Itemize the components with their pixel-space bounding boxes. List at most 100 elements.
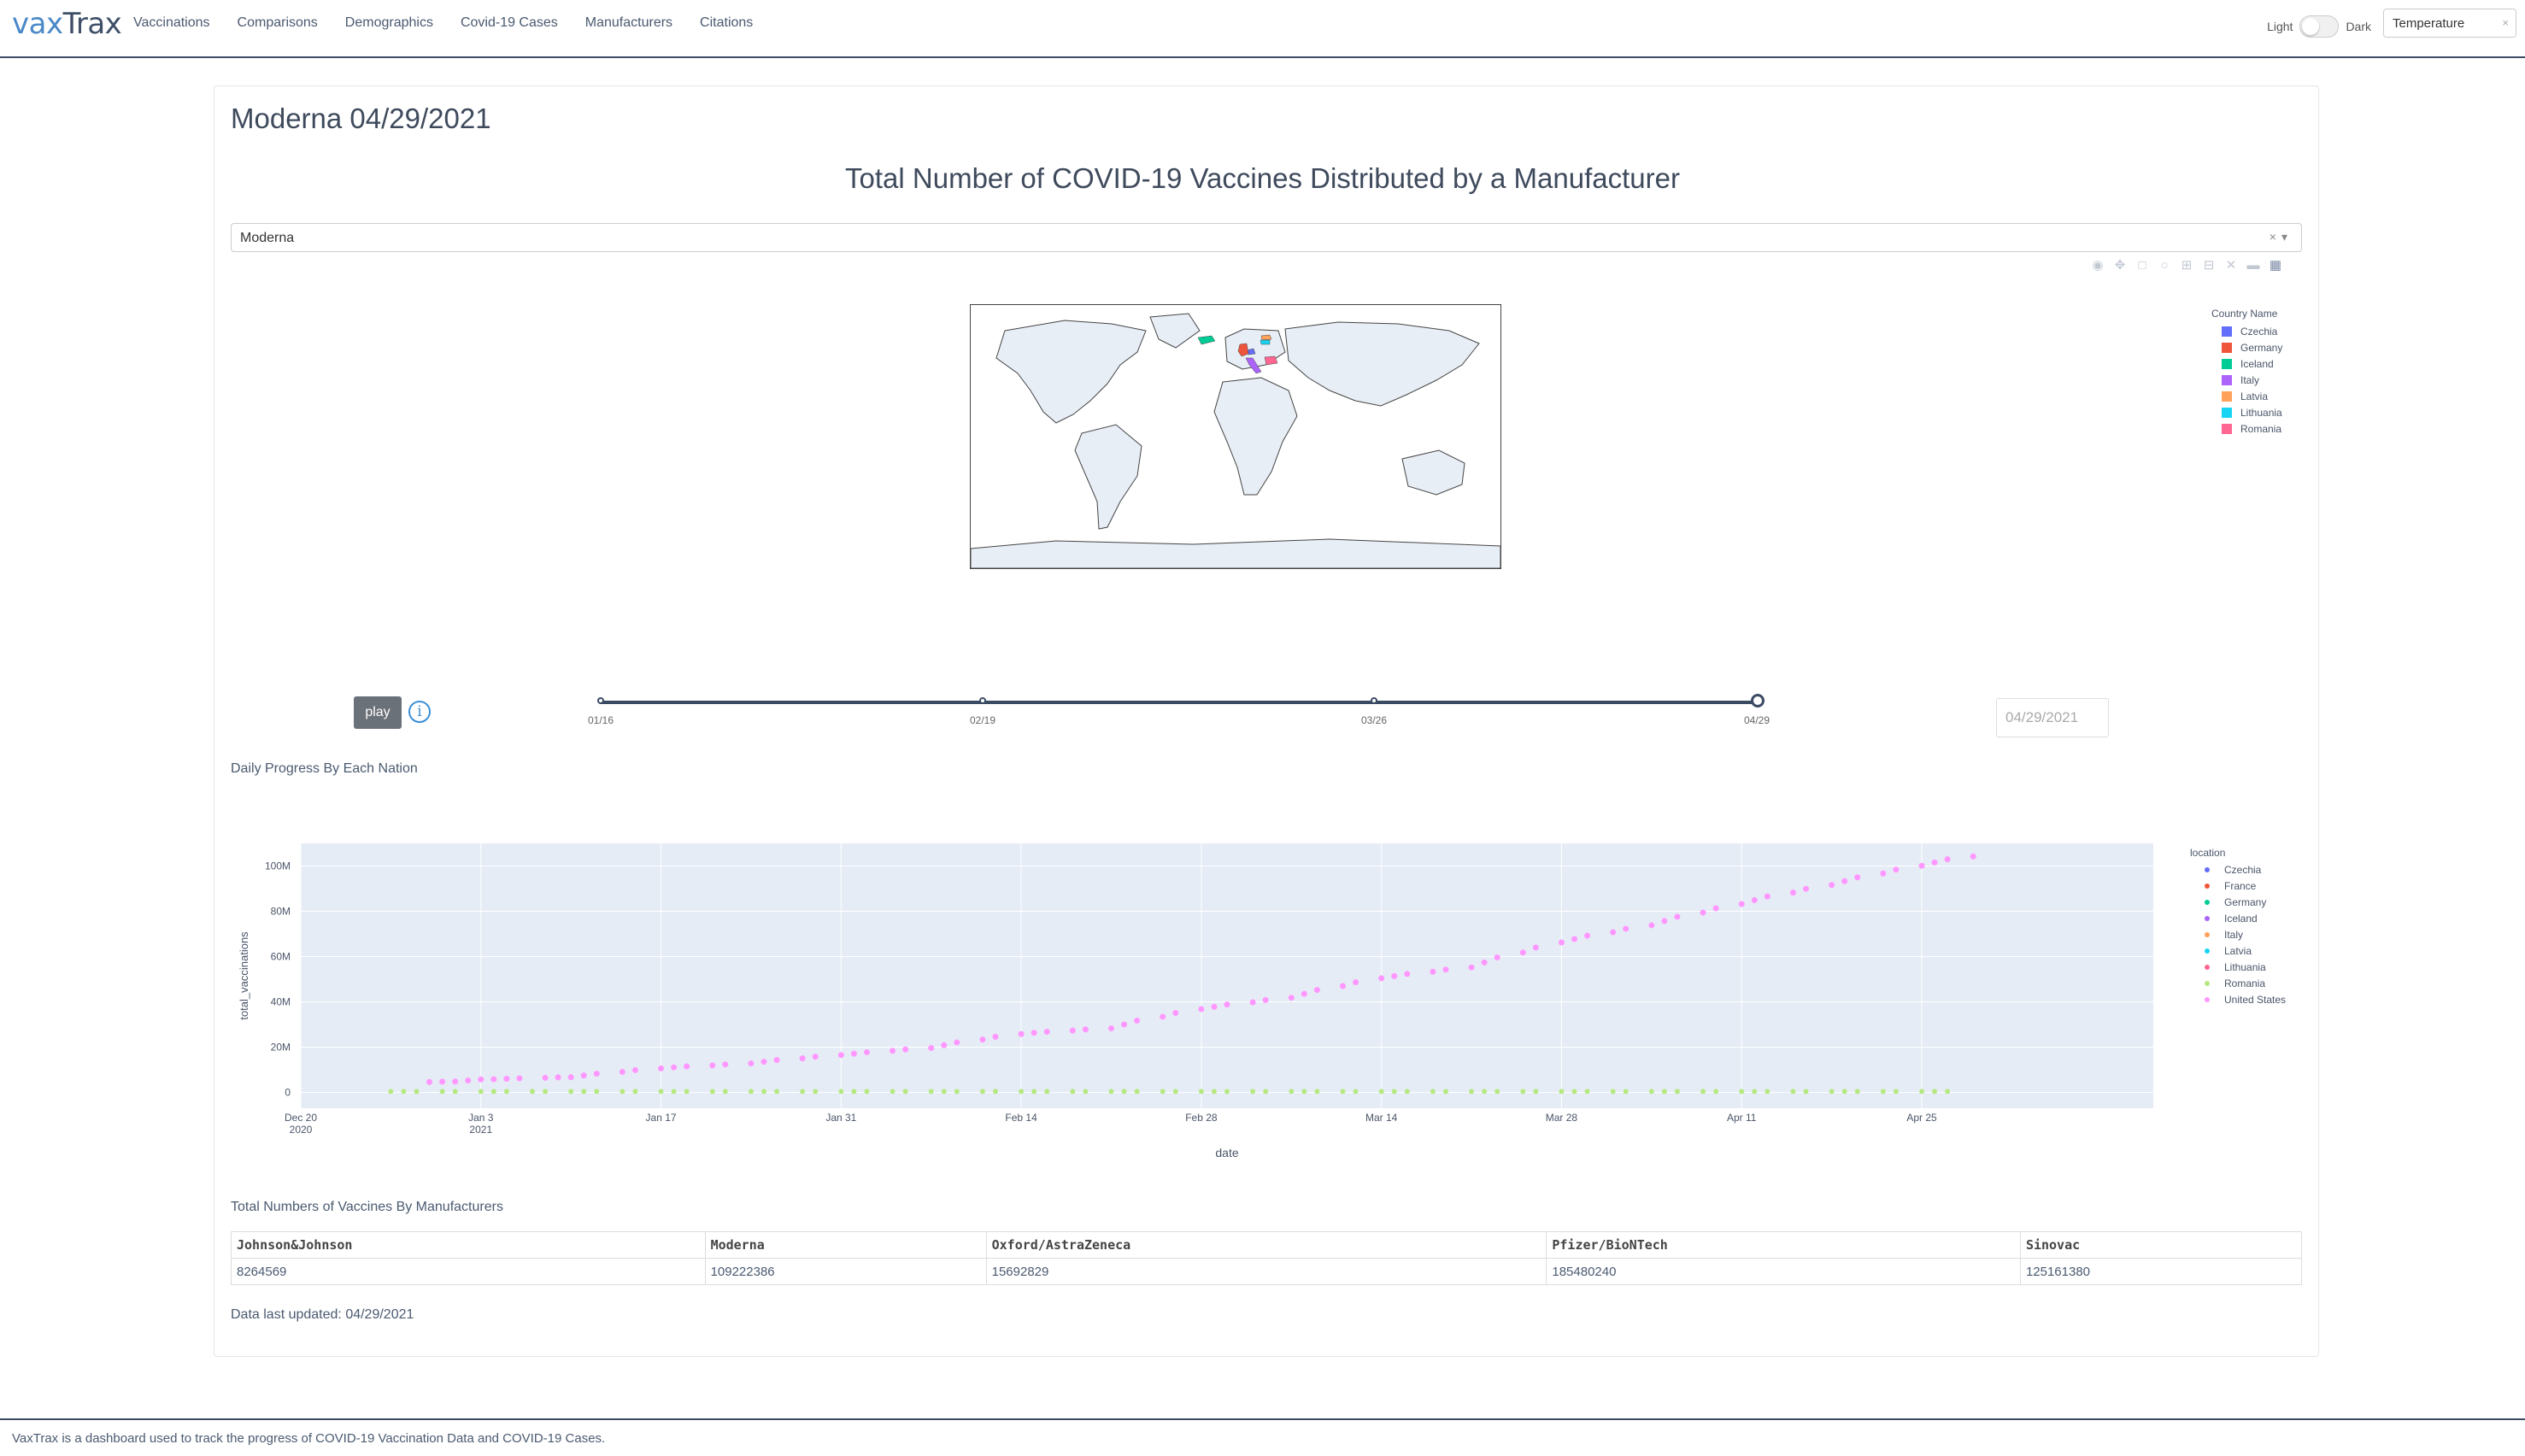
- manufacturer-dropdown[interactable]: Moderna ×▾: [231, 223, 2302, 252]
- date-slider[interactable]: [601, 701, 1759, 704]
- box-select-icon[interactable]: □: [2135, 258, 2150, 273]
- reset-icon[interactable]: ▬: [2246, 258, 2261, 273]
- data-point: [812, 1054, 819, 1060]
- slider-dot[interactable]: [979, 697, 986, 704]
- legend-label[interactable]: France: [2224, 880, 2257, 892]
- data-point: [490, 1089, 496, 1095]
- slider-dot[interactable]: [1371, 697, 1377, 704]
- legend-swatch: [2222, 407, 2232, 418]
- zoom-in-icon[interactable]: ⊞: [2179, 258, 2194, 273]
- camera-icon[interactable]: ◉: [2090, 258, 2105, 273]
- play-button[interactable]: play: [354, 696, 402, 729]
- map-legend-item[interactable]: Romania: [2222, 420, 2282, 437]
- slider-tick-label: 04/29: [1743, 714, 1770, 726]
- data-point: [1031, 1030, 1037, 1036]
- plot-area: [301, 843, 2153, 1108]
- data-point: [1378, 975, 1385, 982]
- x-tick-label: Apr 11: [1727, 1112, 1757, 1124]
- legend-label[interactable]: Romania: [2224, 978, 2265, 989]
- data-point: [1520, 1089, 1526, 1095]
- legend-label[interactable]: Latvia: [2224, 945, 2252, 957]
- data-point: [1031, 1089, 1037, 1095]
- clear-icon[interactable]: ×: [2502, 16, 2509, 29]
- data-point: [1224, 1089, 1230, 1095]
- data-point: [465, 1077, 472, 1083]
- nav-manufacturers[interactable]: Manufacturers: [585, 15, 672, 31]
- legend-label[interactable]: Lithuania: [2224, 961, 2266, 973]
- pan-icon[interactable]: ✥: [2112, 258, 2128, 273]
- data-point: [1712, 905, 1719, 912]
- lasso-icon[interactable]: ○: [2157, 258, 2172, 273]
- y-tick-label: 40M: [271, 995, 291, 1007]
- data-point: [684, 1089, 690, 1095]
- legend-swatch: [2222, 390, 2232, 402]
- data-point: [1790, 1089, 1796, 1095]
- dark-label: Dark: [2346, 20, 2371, 33]
- legend-label[interactable]: Czechia: [2224, 864, 2262, 876]
- x-tick-label: Jan 31: [825, 1112, 856, 1124]
- footer-text: VaxTrax is a dashboard used to track the…: [12, 1431, 606, 1446]
- data-point: [1198, 1089, 1204, 1095]
- map-legend-item[interactable]: Iceland: [2222, 355, 2282, 372]
- dropdown-controls[interactable]: ×▾: [2270, 230, 2293, 244]
- legend-marker: [2205, 900, 2210, 905]
- world-map[interactable]: [970, 304, 1501, 569]
- data-point: [452, 1078, 459, 1085]
- y-tick-label: 20M: [271, 1041, 291, 1053]
- theme-toggle[interactable]: [2299, 15, 2340, 38]
- map-legend-item[interactable]: Latvia: [2222, 388, 2282, 404]
- data-point: [1043, 1028, 1050, 1035]
- legend-label[interactable]: Germany: [2224, 896, 2266, 908]
- data-point: [799, 1055, 806, 1062]
- slider-dot[interactable]: [597, 697, 604, 704]
- date-input[interactable]: 04/29/2021: [1996, 698, 2109, 737]
- map-legend-item[interactable]: Czechia: [2222, 323, 2282, 339]
- legend-title: location: [2190, 847, 2225, 859]
- legend-label[interactable]: Iceland: [2224, 913, 2258, 925]
- data-point: [748, 1089, 754, 1095]
- data-point: [684, 1063, 690, 1070]
- plotly-logo-icon[interactable]: ▦: [2268, 258, 2283, 273]
- legend-label: Iceland: [2240, 357, 2274, 370]
- nav-demographics[interactable]: Demographics: [345, 15, 433, 31]
- data-point: [1880, 1089, 1886, 1095]
- metric-select[interactable]: Temperature ×: [2383, 9, 2516, 38]
- brand-logo[interactable]: vaxTrax: [12, 7, 122, 41]
- map-legend-item[interactable]: Italy: [2222, 372, 2282, 388]
- autoscale-icon[interactable]: ✕: [2223, 258, 2239, 273]
- nav-comparisons[interactable]: Comparisons: [238, 15, 318, 31]
- legend-label[interactable]: Italy: [2224, 929, 2243, 941]
- footer-rule: [0, 1418, 2525, 1420]
- data-point: [774, 1089, 780, 1095]
- manufacturers-label: Total Numbers of Vaccines By Manufacture…: [231, 1200, 503, 1214]
- nav-covid-cases[interactable]: Covid-19 Cases: [461, 15, 558, 31]
- legend-swatch: [2222, 423, 2232, 434]
- table-cell: 15692829: [985, 1258, 1547, 1285]
- data-point: [1738, 901, 1745, 907]
- data-point: [1893, 1089, 1899, 1095]
- data-point: [1919, 1089, 1924, 1095]
- data-point: [1353, 1089, 1359, 1095]
- data-point: [838, 1089, 844, 1095]
- daily-progress-chart[interactable]: 0 20M 40M 60M 80M 100M Dec 202020 Jan 32021 Jan…: [214, 820, 2316, 1171]
- map-legend-item[interactable]: Lithuania: [2222, 404, 2282, 420]
- nav-citations[interactable]: Citations: [700, 15, 753, 31]
- slider-handle[interactable]: [1751, 694, 1765, 707]
- x-axis-label: date: [1215, 1146, 1238, 1160]
- nav-vaccinations[interactable]: Vaccinations: [133, 15, 210, 31]
- data-point: [928, 1089, 934, 1095]
- data-point: [1198, 1006, 1205, 1013]
- data-point: [722, 1089, 728, 1095]
- data-point: [1559, 1089, 1565, 1095]
- data-point: [1661, 918, 1668, 925]
- legend-label[interactable]: United States: [2224, 994, 2286, 1006]
- legend-swatch: [2222, 342, 2232, 353]
- metric-select-value: Temperature: [2393, 16, 2465, 31]
- data-point: [632, 1089, 638, 1095]
- map-legend-item[interactable]: Germany: [2222, 339, 2282, 355]
- antarctica-shape: [971, 538, 1500, 568]
- legend-label: Latvia: [2240, 390, 2269, 402]
- zoom-out-icon[interactable]: ⊟: [2201, 258, 2217, 273]
- legend-swatch: [2222, 358, 2232, 369]
- info-icon[interactable]: i: [408, 701, 431, 723]
